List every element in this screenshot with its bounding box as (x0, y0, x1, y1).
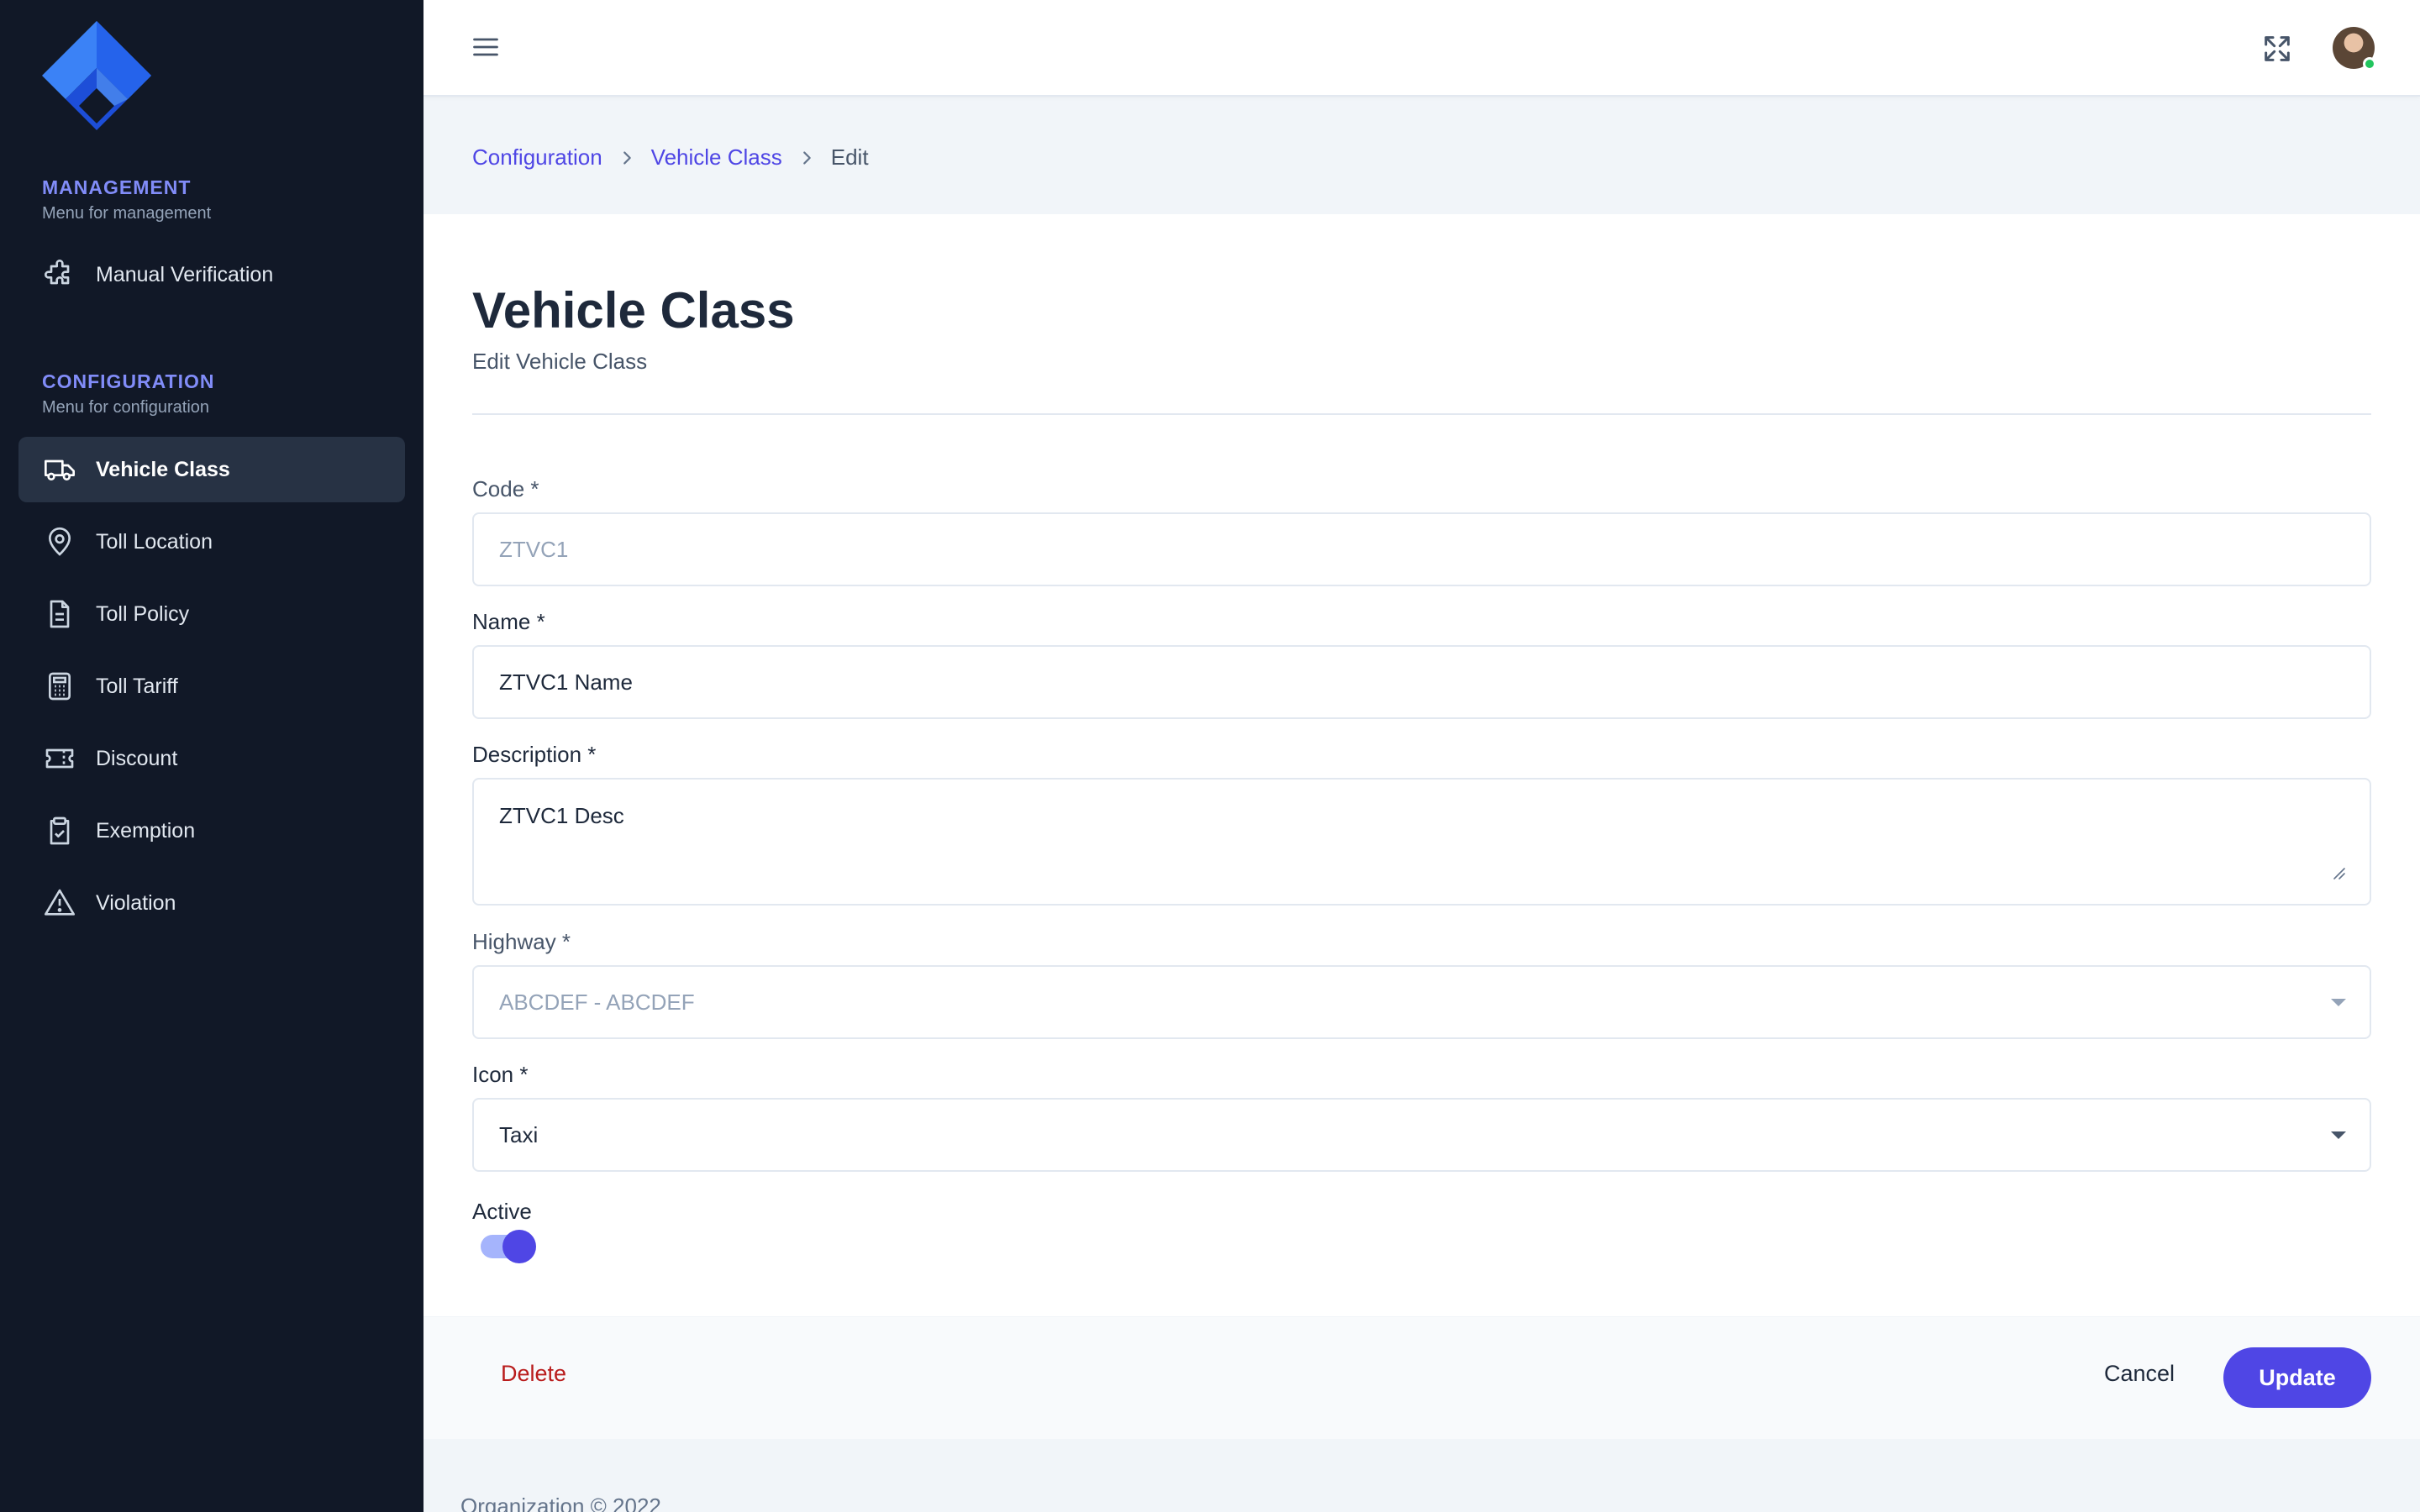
calculator-icon (42, 669, 77, 704)
sidebar-item-label: Violation (96, 890, 176, 915)
icon-label: Icon * (472, 1062, 529, 1087)
configuration-section-title: CONFIGURATION (42, 370, 215, 392)
sidebar-item-label: Toll Location (96, 529, 213, 554)
sidebar-item-label: Toll Tariff (96, 674, 178, 698)
chevron-right-icon (623, 150, 631, 165)
page-subtitle: Edit Vehicle Class (472, 349, 648, 374)
name-label: Name * (472, 609, 545, 634)
chevron-right-icon (802, 150, 811, 165)
resize-handle-icon[interactable] (2331, 865, 2346, 880)
breadcrumb-configuration[interactable]: Configuration (472, 144, 602, 171)
document-icon (42, 596, 77, 632)
page-title: Vehicle Class (472, 282, 795, 339)
sidebar-item-manual-verification[interactable]: Manual Verification (18, 242, 405, 307)
sidebar-item-label: Vehicle Class (96, 457, 230, 481)
toggle-knob (502, 1230, 536, 1263)
user-avatar[interactable] (2333, 27, 2376, 71)
icon-select[interactable]: Taxi (472, 1098, 2371, 1172)
highway-select: ABCDEF - ABCDEF (472, 965, 2371, 1039)
fullscreen-icon[interactable] (2260, 32, 2294, 66)
description-value: ZTVC1 Desc (499, 803, 624, 828)
divider (472, 413, 2371, 415)
edit-form-card: Vehicle Class Edit Vehicle Class Code * … (424, 214, 2420, 1439)
menu-icon[interactable] (471, 32, 501, 62)
code-label: Code * (472, 476, 539, 501)
breadcrumb: Configuration Vehicle Class Edit (472, 144, 869, 171)
clipboard-check-icon (42, 813, 77, 848)
sidebar: MANAGEMENT Menu for management Manual Ve… (0, 0, 424, 1512)
sidebar-item-label: Manual Verification (96, 262, 274, 286)
breadcrumb-vehicle-class[interactable]: Vehicle Class (651, 144, 782, 171)
description-label: Description * (472, 742, 597, 767)
map-pin-icon (42, 524, 77, 559)
code-field: ZTVC1 (472, 512, 2371, 586)
cancel-button[interactable]: Cancel (2104, 1361, 2175, 1387)
active-label: Active (472, 1199, 532, 1224)
highway-label: Highway * (472, 929, 571, 954)
management-section-subtitle: Menu for management (42, 204, 212, 223)
footer-copyright: Organization © 2022 (460, 1494, 661, 1512)
active-toggle[interactable] (481, 1230, 536, 1263)
sidebar-item-discount[interactable]: Discount (18, 726, 405, 791)
sidebar-item-violation[interactable]: Violation (18, 870, 405, 936)
update-button[interactable]: Update (2223, 1347, 2371, 1408)
app-logo[interactable] (34, 17, 160, 143)
ticket-icon (42, 741, 77, 776)
form-actions: Delete Cancel Update (424, 1316, 2420, 1439)
sidebar-item-toll-location[interactable]: Toll Location (18, 509, 405, 575)
configuration-section-subtitle: Menu for configuration (42, 398, 210, 417)
description-textarea[interactable]: ZTVC1 Desc (472, 778, 2371, 906)
management-section-title: MANAGEMENT (42, 176, 192, 198)
sidebar-item-toll-policy[interactable]: Toll Policy (18, 581, 405, 647)
chevron-down-icon (2331, 999, 2346, 1006)
sidebar-item-exemption[interactable]: Exemption (18, 798, 405, 864)
name-field[interactable]: ZTVC1 Name (472, 645, 2371, 719)
online-status-dot (2363, 57, 2376, 71)
truck-icon (42, 452, 77, 487)
top-bar (424, 0, 2420, 97)
puzzle-icon (42, 257, 77, 292)
breadcrumb-current: Edit (830, 144, 869, 170)
highway-value: ABCDEF - ABCDEF (499, 989, 695, 1015)
sidebar-item-vehicle-class[interactable]: Vehicle Class (18, 437, 405, 502)
sidebar-item-label: Discount (96, 746, 178, 770)
sidebar-item-toll-tariff[interactable]: Toll Tariff (18, 654, 405, 719)
icon-select-value: Taxi (499, 1121, 539, 1147)
delete-button[interactable]: Delete (501, 1361, 566, 1387)
chevron-down-icon (2331, 1131, 2346, 1139)
warning-icon (42, 885, 77, 921)
sidebar-item-label: Exemption (96, 818, 196, 843)
sidebar-item-label: Toll Policy (96, 601, 190, 626)
